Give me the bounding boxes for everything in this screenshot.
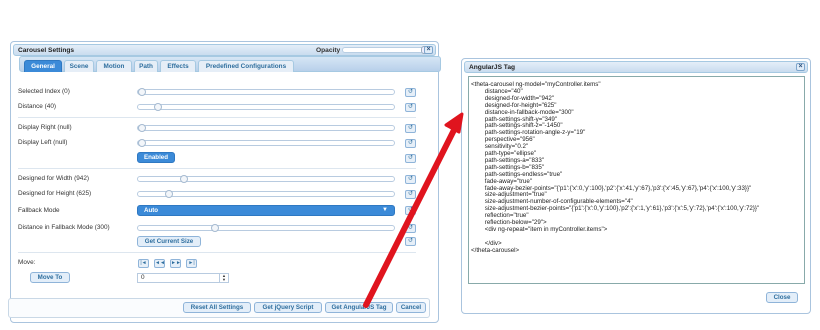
red-arrow-annotation [363,112,464,308]
arrow-head [444,112,464,134]
arrow-shaft [363,125,458,308]
